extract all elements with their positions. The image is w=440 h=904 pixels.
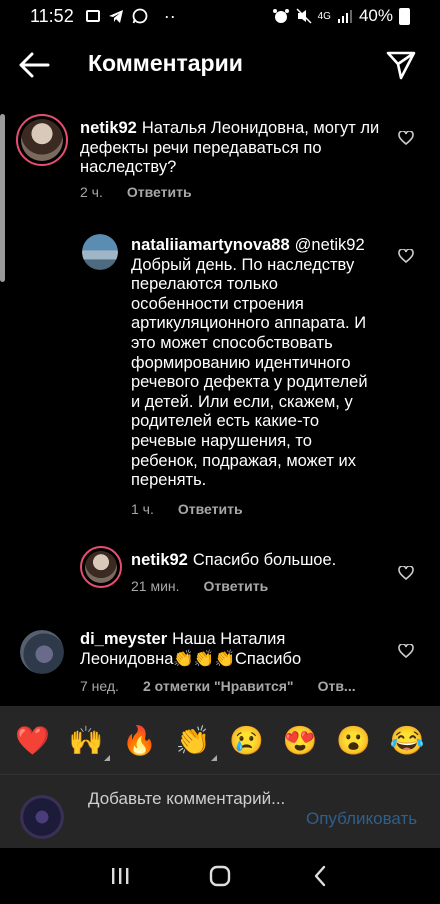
comment-meta: 1 ч. Ответить xyxy=(131,501,243,517)
emoji-heart-eyes[interactable]: 😍 xyxy=(280,724,320,757)
telegram-icon xyxy=(108,9,123,23)
emoji-raised-hands[interactable]: 🙌 xyxy=(66,724,111,761)
comment-username[interactable]: nataliiamartynova88 xyxy=(131,236,290,254)
skin-tone-indicator xyxy=(211,754,218,761)
like-heart-icon[interactable] xyxy=(398,644,414,658)
comment-input-bar: Добавьте комментарий... Опубликовать xyxy=(0,774,440,848)
whatsapp-icon xyxy=(132,8,148,24)
reply-button[interactable]: Ответить xyxy=(204,578,269,594)
comment-username[interactable]: netik92 xyxy=(80,119,137,137)
header: Комментарии xyxy=(0,32,440,98)
back-arrow-icon[interactable] xyxy=(18,51,50,79)
network-type: 4G xyxy=(317,10,331,22)
signal-icon xyxy=(337,10,352,23)
home-icon xyxy=(209,865,231,887)
comment-time: 7 нед. xyxy=(80,678,119,694)
emoji-heart[interactable]: ❤️ xyxy=(13,724,53,757)
emoji-fire[interactable]: 🔥 xyxy=(120,724,160,757)
status-bar: 11:52 ·· 4G 40% xyxy=(0,0,440,32)
like-heart-icon[interactable] xyxy=(398,131,414,145)
my-avatar xyxy=(20,795,64,839)
mute-icon xyxy=(296,8,312,24)
gallery-icon xyxy=(85,10,100,22)
recent-apps-button[interactable] xyxy=(100,856,140,896)
comment-text: di_meyster Наша Наталия Леонидовна👏👏👏Спас… xyxy=(80,630,380,669)
like-heart-icon[interactable] xyxy=(398,249,414,263)
comment-body: Спасибо большое. xyxy=(192,551,337,569)
battery-percent: 40% xyxy=(358,6,393,25)
back-button[interactable] xyxy=(300,856,340,896)
skin-tone-indicator xyxy=(104,754,111,761)
comment-time: 1 ч. xyxy=(131,501,154,517)
comment-meta: 2 ч. Ответить xyxy=(80,184,192,200)
comment-meta: 21 мин. Ответить xyxy=(131,578,268,594)
send-icon[interactable] xyxy=(386,50,416,80)
recent-apps-icon xyxy=(112,868,129,884)
status-right: 4G 40% xyxy=(272,6,410,26)
reply-button[interactable]: Ответить xyxy=(127,184,192,200)
avatar[interactable] xyxy=(82,234,118,270)
comment-input[interactable]: Добавьте комментарий... xyxy=(88,789,288,809)
status-notification-icons: ·· xyxy=(85,5,176,27)
reply-button[interactable]: Отв... xyxy=(318,678,356,694)
comment-meta: 7 нед. 2 отметки "Нравится" Отв... xyxy=(80,678,356,694)
comment-time: 2 ч. xyxy=(80,184,103,200)
emoji-reaction-bar: ❤️ 🙌 🔥 👏 😢 😍 😮 😂 xyxy=(0,706,440,774)
emoji-clap[interactable]: 👏 xyxy=(173,724,218,761)
system-nav-bar xyxy=(0,848,440,904)
comment-username[interactable]: netik92 xyxy=(131,551,188,569)
comment-username[interactable]: di_meyster xyxy=(80,630,167,648)
page-title: Комментарии xyxy=(88,50,243,76)
dots-icon: ·· xyxy=(163,5,176,26)
battery-icon xyxy=(399,7,410,25)
home-button[interactable] xyxy=(200,856,240,896)
comment-text: nataliiamartynova88 @netik92 Добрый день.… xyxy=(131,236,376,491)
alarm-icon xyxy=(272,9,289,23)
emoji-surprised[interactable]: 😮 xyxy=(334,724,374,757)
scroll-indicator[interactable] xyxy=(0,114,5,282)
comment-time: 21 мин. xyxy=(131,578,180,594)
avatar[interactable] xyxy=(16,114,68,166)
avatar[interactable] xyxy=(80,546,122,588)
comment-text: netik92 Спасибо большое. xyxy=(131,551,381,571)
likes-count[interactable]: 2 отметки "Нравится" xyxy=(143,678,294,694)
status-time: 11:52 xyxy=(30,5,74,26)
avatar[interactable] xyxy=(20,630,64,674)
publish-button[interactable]: Опубликовать xyxy=(306,809,417,829)
comment-text: netik92 Наталья Леонидовна, могут ли дефе… xyxy=(80,119,380,178)
comment-body: @netik92 Добрый день. По наследству пере… xyxy=(131,236,368,490)
reply-button[interactable]: Ответить xyxy=(178,501,243,517)
emoji-crying[interactable]: 😢 xyxy=(227,724,267,757)
chevron-left-icon xyxy=(314,865,326,887)
emoji-raised-hands-glyph: 🙌 xyxy=(68,724,104,756)
emoji-clap-glyph: 👏 xyxy=(175,724,211,756)
like-heart-icon[interactable] xyxy=(398,566,414,580)
emoji-laughing[interactable]: 😂 xyxy=(387,724,427,757)
